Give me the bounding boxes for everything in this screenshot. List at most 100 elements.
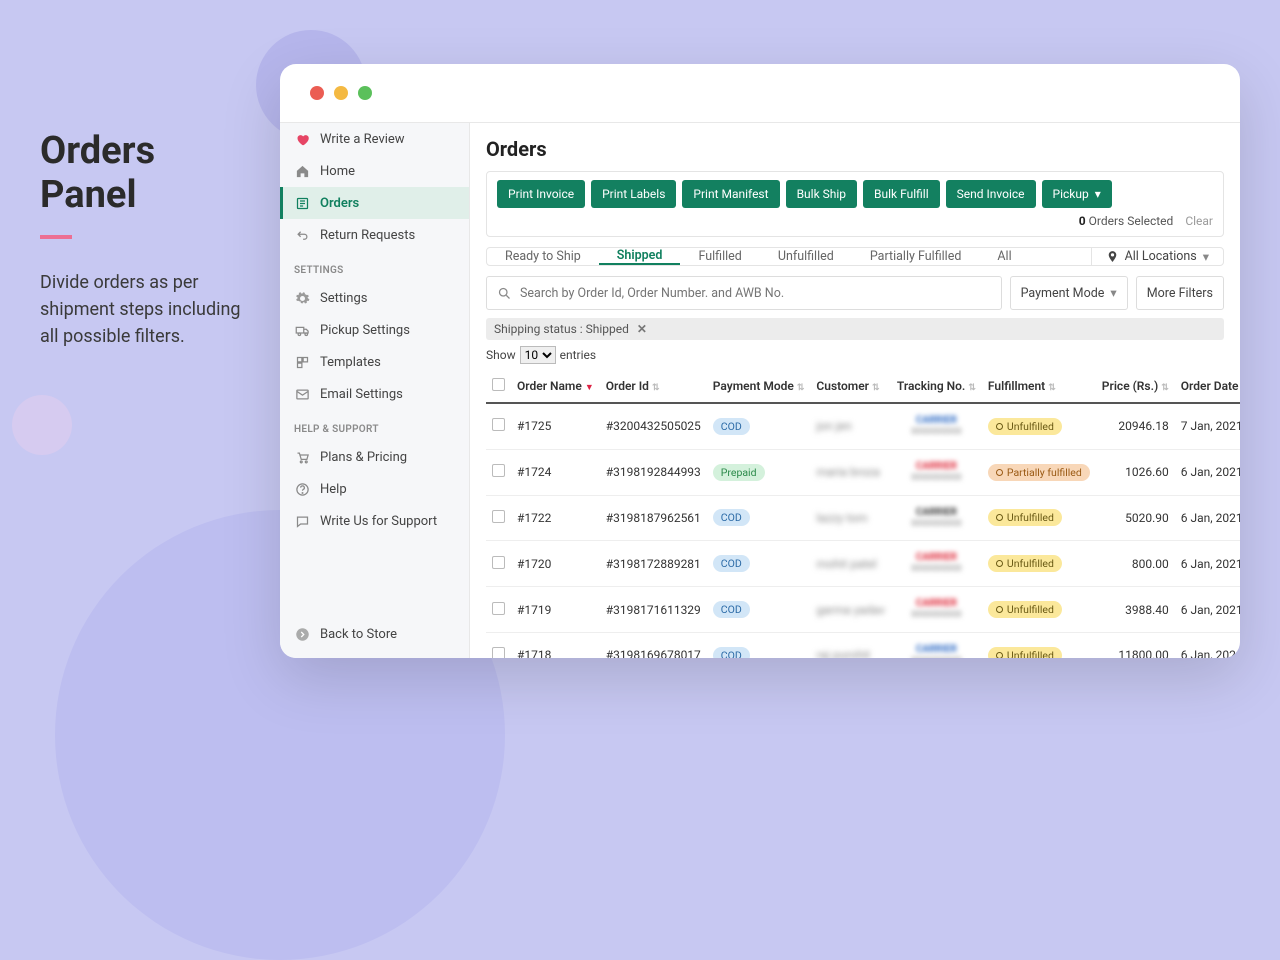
help-icon (294, 481, 310, 497)
close-dot[interactable] (310, 86, 324, 100)
cell-fulfillment: Unfulfilled (982, 587, 1096, 633)
row-checkbox[interactable] (492, 602, 505, 615)
tab-partially-fulfilled[interactable]: Partially Fulfilled (852, 248, 980, 265)
orders-table: Order Name▼Order Id⇅Payment Mode⇅Custome… (486, 370, 1240, 658)
cell-tracking: CARRIER0000000000 (891, 587, 982, 633)
cell-date: 6 Jan, 2021 11:40:54 (1175, 632, 1240, 658)
sidebar-item-email[interactable]: Email Settings (280, 378, 469, 410)
hero-copy: OrdersPanel Divide orders as per shipmen… (40, 130, 260, 350)
col-order-name[interactable]: Order Name▼ (511, 370, 600, 403)
cell-payment: COD (707, 495, 811, 541)
search-input-wrapper[interactable] (486, 276, 1002, 310)
sidebar-item-support[interactable]: Write Us for Support (280, 505, 469, 537)
cell-date: 6 Jan, 2021 11:57:27 (1175, 495, 1240, 541)
col-price-rs-[interactable]: Price (Rs.)⇅ (1096, 370, 1175, 403)
cell-order-id: #3198171611329 (600, 587, 707, 633)
table-row: #1722#3198187962561CODlazzy tomCARRIER00… (486, 495, 1240, 541)
row-checkbox[interactable] (492, 464, 505, 477)
print-invoice-button[interactable]: Print Invoice (497, 180, 585, 208)
search-icon (497, 286, 512, 301)
main-panel: Orders Print Invoice Print Labels Print … (470, 123, 1240, 658)
send-invoice-button[interactable]: Send Invoice (946, 180, 1036, 208)
minimize-dot[interactable] (334, 86, 348, 100)
table-row: #1724#3198192844993Prepaidmaria brozaCAR… (486, 449, 1240, 495)
cell-date: 6 Jan, 2021 11:43:51 (1175, 587, 1240, 633)
chip-remove-icon[interactable]: ✕ (637, 322, 647, 336)
sidebar-item-settings[interactable]: Settings (280, 282, 469, 314)
bulk-ship-button[interactable]: Bulk Ship (786, 180, 857, 208)
return-icon (294, 227, 310, 243)
cell-price: 3988.40 (1096, 587, 1175, 633)
sidebar-item-home[interactable]: Home (280, 155, 469, 187)
payment-mode-select[interactable]: Payment Mode▾ (1010, 276, 1128, 310)
gear-icon (294, 290, 310, 306)
select-all-checkbox[interactable] (492, 378, 505, 391)
location-label: All Locations (1125, 249, 1197, 264)
sidebar-item-label: Orders (320, 196, 359, 211)
cell-order-name: #1725 (511, 403, 600, 449)
sidebar-item-label: Templates (320, 355, 381, 370)
sidebar-item-label: Plans & Pricing (320, 450, 407, 465)
clear-button[interactable]: Clear (1185, 214, 1213, 228)
sidebar-item-orders[interactable]: Orders (280, 187, 469, 219)
cell-order-id: #3198172889281 (600, 541, 707, 587)
cell-fulfillment: Partially fulfilled (982, 449, 1096, 495)
row-checkbox[interactable] (492, 418, 505, 431)
search-input[interactable] (520, 286, 991, 301)
sidebar-item-label: Return Requests (320, 228, 415, 243)
col-fulfillment[interactable]: Fulfillment⇅ (982, 370, 1096, 403)
col-customer[interactable]: Customer⇅ (810, 370, 891, 403)
chat-icon (294, 513, 310, 529)
sidebar: Write a Review Home Orders Return Reques… (280, 123, 470, 658)
tab-shipped[interactable]: Shipped (599, 248, 681, 265)
tab-unfulfilled[interactable]: Unfulfilled (760, 248, 852, 265)
col-payment-mode[interactable]: Payment Mode⇅ (707, 370, 811, 403)
cell-order-name: #1722 (511, 495, 600, 541)
pickup-button[interactable]: Pickup▾ (1042, 180, 1112, 208)
col-tracking-no-[interactable]: Tracking No.⇅ (891, 370, 982, 403)
table-row: #1719#3198171611329CODgarma yadavCARRIER… (486, 587, 1240, 633)
sidebar-item-return[interactable]: Return Requests (280, 219, 469, 251)
row-checkbox[interactable] (492, 647, 505, 658)
more-filters-button[interactable]: More Filters (1136, 276, 1224, 310)
cell-order-id: #3198187962561 (600, 495, 707, 541)
sidebar-item-label: Back to Store (320, 627, 397, 642)
maximize-dot[interactable] (358, 86, 372, 100)
cell-order-name: #1724 (511, 449, 600, 495)
cell-payment: COD (707, 541, 811, 587)
cell-date: 6 Jan, 2021 12:01:52 (1175, 449, 1240, 495)
sidebar-item-plans[interactable]: Plans & Pricing (280, 441, 469, 473)
cell-tracking: CARRIER0000000000 (891, 403, 982, 449)
table-row: #1718#3198169678017CODraj purohitCARRIER… (486, 632, 1240, 658)
sidebar-item-label: Help (320, 482, 347, 497)
row-checkbox[interactable] (492, 510, 505, 523)
tab-bar: Ready to ShipShippedFulfilledUnfulfilled… (486, 247, 1224, 266)
heart-icon (294, 131, 310, 147)
sidebar-item-back[interactable]: Back to Store (280, 618, 469, 658)
orders-icon (294, 195, 310, 211)
show-entries: Show 10 entries (486, 346, 1224, 364)
hero-title: OrdersPanel (40, 130, 260, 217)
tab-ready-to-ship[interactable]: Ready to Ship (487, 248, 599, 265)
sidebar-item-label: Home (320, 164, 355, 179)
tab-fulfilled[interactable]: Fulfilled (680, 248, 759, 265)
tab-all[interactable]: All (979, 248, 1029, 265)
sidebar-item-label: Write Us for Support (320, 514, 437, 529)
selected-count: 0 Orders Selected (1079, 214, 1174, 228)
sidebar-item-help[interactable]: Help (280, 473, 469, 505)
sidebar-item-review[interactable]: Write a Review (280, 123, 469, 155)
print-manifest-button[interactable]: Print Manifest (682, 180, 779, 208)
col-order-date[interactable]: Order Date⇅ (1175, 370, 1240, 403)
sidebar-item-templates[interactable]: Templates (280, 346, 469, 378)
location-selector[interactable]: All Locations ▾ (1091, 248, 1223, 265)
cart-icon (294, 449, 310, 465)
home-icon (294, 163, 310, 179)
col-order-id[interactable]: Order Id⇅ (600, 370, 707, 403)
print-labels-button[interactable]: Print Labels (591, 180, 676, 208)
row-checkbox[interactable] (492, 556, 505, 569)
sidebar-item-pickup[interactable]: Pickup Settings (280, 314, 469, 346)
cell-order-name: #1719 (511, 587, 600, 633)
mail-icon (294, 386, 310, 402)
entries-select[interactable]: 10 (520, 346, 556, 364)
bulk-fulfill-button[interactable]: Bulk Fulfill (863, 180, 940, 208)
